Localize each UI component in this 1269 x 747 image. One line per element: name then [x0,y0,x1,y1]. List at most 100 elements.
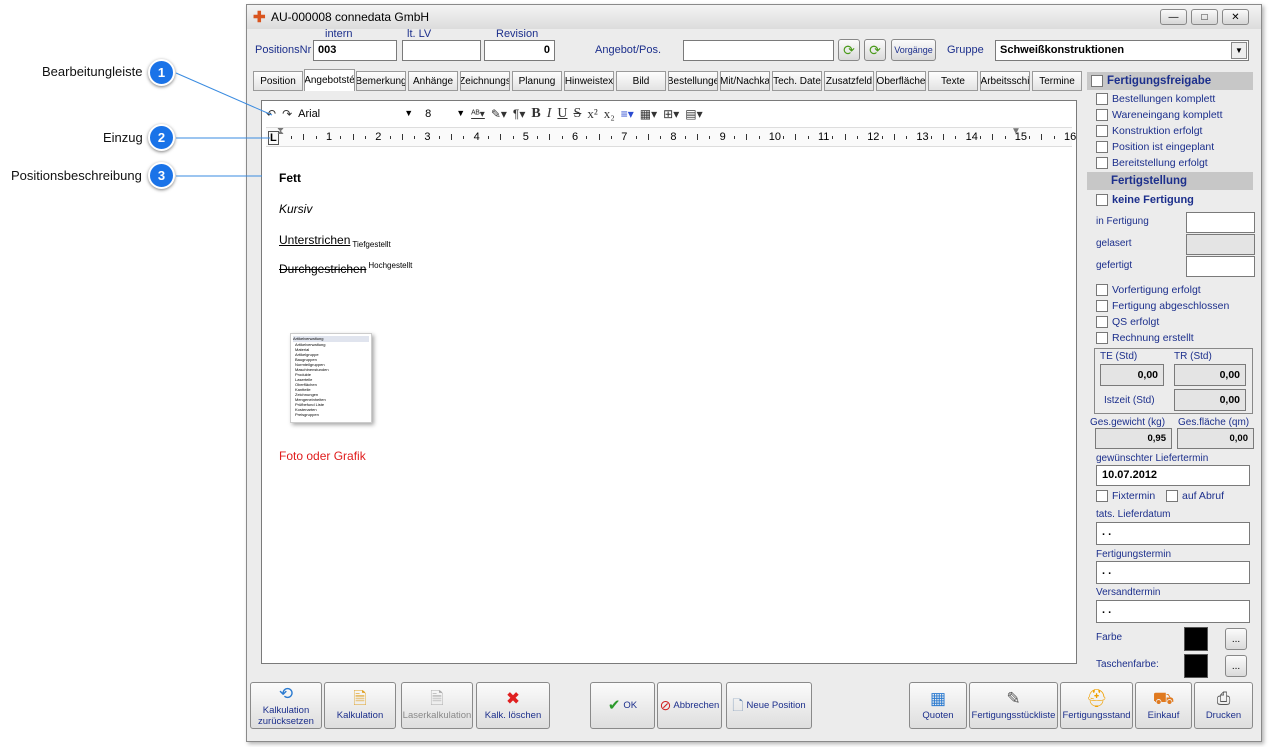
tab-zeichnungen[interactable]: Zeichnungs [460,71,510,91]
font-select[interactable]: Arial ▼ [298,108,413,120]
angebot-refresh-icon[interactable]: ⟳ [864,39,886,61]
fertigungsfreigabe-checkbox[interactable] [1091,75,1103,87]
gruppe-select[interactable]: Schweißkonstruktionen ▼ [995,40,1249,61]
ok-button[interactable]: ✔ OK [590,682,655,729]
farbe-picker-button[interactable]: ... [1225,628,1247,650]
kalk-loeschen-button[interactable]: ✖ Kalk. löschen [476,682,550,729]
status-item[interactable]: Vorfertigung erfolgt [1096,284,1229,296]
neue-position-button[interactable]: 🗋 Neue Position [726,682,812,729]
taschenfarbe-picker-button[interactable]: ... [1225,655,1247,677]
tab-hinweistext[interactable]: Hinweistex [564,71,614,91]
freigabe-item[interactable]: Bestellungen komplett [1096,93,1223,105]
tab-bestellungen[interactable]: Bestellunge [668,71,718,91]
checkbox[interactable] [1096,93,1108,105]
angebot-field[interactable] [683,40,834,61]
revision-field[interactable]: 0 [484,40,555,61]
drucken-button[interactable]: ⎙ Drucken [1194,682,1253,729]
fertigungstermin-field[interactable]: . . [1096,561,1250,584]
checkbox[interactable] [1096,125,1108,137]
auf-abruf-checkbox[interactable]: auf Abruf [1166,490,1224,502]
freigabe-item[interactable]: Konstruktion erfolgt [1096,125,1223,137]
checkbox[interactable] [1096,157,1108,169]
versandtermin-field[interactable]: . . [1096,600,1250,623]
bold-icon[interactable]: B [531,106,540,122]
tab-anhaenge[interactable]: Anhänge [408,71,458,91]
checkbox[interactable] [1096,300,1108,312]
tab-angebotstext[interactable]: Angebotsté [304,69,355,91]
tab-texte[interactable]: Texte [928,71,978,91]
tats-lieferdatum-field[interactable]: . . [1096,522,1250,545]
fixtermin-checkbox[interactable]: Fixtermin [1096,490,1155,502]
tab-bild[interactable]: Bild [616,71,666,91]
freigabe-item[interactable]: Wareneingang komplett [1096,109,1223,121]
shading-icon[interactable]: ▤▾ [685,107,702,121]
gefertigt-field[interactable] [1186,256,1255,277]
vorgaenge-button[interactable]: Vorgänge [891,39,936,61]
freigabe-item[interactable]: Bereitstellung erfolgt [1096,157,1223,169]
minimize-button[interactable]: — [1160,9,1187,25]
annotation-marker-1: 1 [148,59,175,86]
ltlv-field[interactable] [402,40,481,61]
checkbox[interactable] [1166,490,1178,502]
text-underline-line: Unterstrichen Tiefgestellt [279,233,391,249]
superscript-icon[interactable]: x² [587,106,597,122]
borders-icon[interactable]: ⊞▾ [663,107,679,121]
checkbox[interactable] [1096,109,1108,121]
fertigungsstueckliste-button[interactable]: ✎ Fertigungsstückliste [969,682,1058,729]
farbe-swatch[interactable] [1184,627,1208,651]
kalkulation-button[interactable]: 🗎 Kalkulation [324,682,396,729]
tab-bemerkung[interactable]: Bemerkung [356,71,406,91]
positionsnr-field[interactable]: 003 [313,40,397,61]
undo-icon[interactable]: ↶ [266,107,276,121]
italic-icon[interactable]: I [547,106,552,122]
checkbox[interactable] [1096,490,1108,502]
tab-zusatzfelder[interactable]: Zusatzfeld [824,71,874,91]
align-icon[interactable]: ≡▾ [621,107,634,121]
tab-techdaten[interactable]: Tech. Date [772,71,822,91]
window-title: AU-000008 connedata GmbH [271,10,430,24]
checkbox[interactable] [1096,316,1108,328]
freigabe-item[interactable]: Position ist eingeplant [1096,141,1223,153]
chevron-down-icon: ▼ [404,108,414,118]
status-item[interactable]: Rechnung erstellt [1096,332,1229,344]
in-fertigung-field[interactable] [1186,212,1255,233]
status-item[interactable]: Fertigung abgeschlossen [1096,300,1229,312]
abbrechen-button[interactable]: ⊘ Abbrechen [657,682,722,729]
close-button[interactable]: ✕ [1222,9,1249,25]
checkbox[interactable] [1096,194,1108,206]
fertigungsstand-button[interactable]: ⛑ Fertigungsstand [1060,682,1133,729]
strikethrough-icon[interactable]: S [574,106,582,122]
keine-fertigung-checkbox[interactable]: keine Fertigung [1096,194,1194,206]
underline-icon[interactable]: U [557,106,567,122]
liefertermin-field[interactable]: 10.07.2012 [1096,465,1250,486]
highlight-icon[interactable]: ✎▾ [491,107,507,121]
tab-arbeitsschritte[interactable]: Arbeitsschi [980,71,1030,91]
tab-oberflaeche[interactable]: Oberfläche [876,71,926,91]
status-item[interactable]: QS erfolgt [1096,316,1229,328]
angebot-lookup-icon[interactable]: ⟳ [838,39,860,61]
maximize-button[interactable]: □ [1191,9,1218,25]
kalkulation-reset-button[interactable]: ⟲ Kalkulation zurücksetzen [250,682,322,729]
quoten-button[interactable]: ▦ Quoten [909,682,967,729]
einkauf-button[interactable]: ⛟ Einkauf [1135,682,1192,729]
size-select[interactable]: 8 ▼ [425,108,465,120]
keine-fertigung-label: keine Fertigung [1112,194,1194,206]
tab-planung[interactable]: Planung [512,71,562,91]
tab-position[interactable]: Position [253,71,303,91]
chevron-down-icon[interactable]: ▼ [1231,42,1247,59]
redo-icon[interactable]: ↷ [282,107,292,121]
ruler-tick [389,136,391,139]
checkbox[interactable] [1096,141,1108,153]
taschenfarbe-swatch[interactable] [1184,654,1208,678]
subscript-icon[interactable]: x₂ [604,106,615,122]
paragraph-icon[interactable]: ¶▾ [513,107,525,121]
tab-mitnachkalk[interactable]: Mit/Nachka [720,71,770,91]
checkbox[interactable] [1096,332,1108,344]
tab-termine[interactable]: Termine [1032,71,1082,91]
insert-table-icon[interactable]: ▦▾ [640,107,657,121]
checkbox[interactable] [1096,284,1108,296]
position-description-editor[interactable]: ↶ ↷ Arial ▼ 8 ▼ ᴬᴮ▾ ✎▾ ¶▾ B I U S x² x₂ ≡▾… [261,100,1077,664]
annotation-marker-2: 2 [148,124,175,151]
spellcheck-icon[interactable]: ᴬᴮ▾ [471,109,485,120]
ruler[interactable]: L ⧗ ▼ 1 2 3 4 5 6 7 8 9 10 11 12 13 14 15 16 [266,126,1076,147]
